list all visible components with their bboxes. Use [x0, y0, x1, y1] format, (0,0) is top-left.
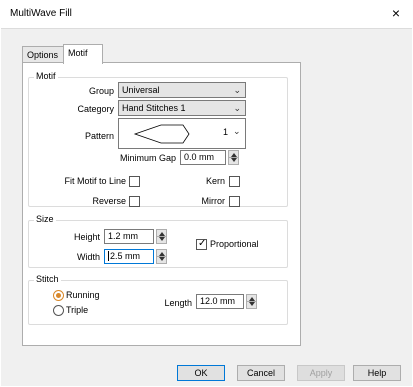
- help-button[interactable]: Help: [353, 365, 401, 381]
- fit-motif-checkbox[interactable]: [129, 176, 140, 187]
- triple-radio[interactable]: [53, 305, 64, 316]
- proportional-checkbox[interactable]: [196, 238, 207, 250]
- tab-motif[interactable]: Motif: [63, 44, 103, 64]
- chevron-down-icon: ⌄: [233, 126, 241, 136]
- category-dropdown[interactable]: Hand Stitches 1 ⌄: [118, 100, 246, 116]
- cancel-button[interactable]: Cancel: [237, 365, 285, 381]
- triple-label: Triple: [66, 305, 89, 315]
- pattern-index: 1: [223, 127, 229, 137]
- width-value: 2.5 mm: [110, 251, 141, 261]
- reverse-checkbox[interactable]: [129, 196, 140, 207]
- pattern-label: Pattern: [84, 131, 114, 141]
- kern-checkbox[interactable]: [229, 176, 240, 187]
- mirror-label: Mirror: [201, 196, 226, 206]
- mirror-checkbox[interactable]: [229, 196, 240, 207]
- reverse-label: Reverse: [92, 196, 126, 206]
- height-input[interactable]: 1.2 mm: [104, 229, 154, 244]
- height-label: Height: [73, 232, 100, 242]
- stitch-group-title: Stitch: [34, 274, 61, 284]
- length-label: Length: [164, 298, 192, 308]
- group-label: Group: [88, 86, 114, 96]
- tab-options[interactable]: Options: [22, 46, 64, 62]
- running-label: Running: [66, 290, 100, 300]
- pattern-preview-icon: [133, 124, 190, 144]
- length-spin-icon[interactable]: [246, 294, 257, 309]
- text-cursor: [108, 251, 109, 261]
- pattern-dropdown[interactable]: 1 ⌄: [118, 118, 246, 149]
- proportional-label: Proportional: [210, 239, 259, 249]
- length-value: 12.0 mm: [200, 296, 236, 306]
- min-gap-spin-icon[interactable]: [228, 150, 239, 165]
- category-dropdown-value: Hand Stitches 1: [122, 103, 186, 113]
- size-group-title: Size: [34, 214, 56, 224]
- running-radio[interactable]: [53, 290, 64, 301]
- apply-button[interactable]: Apply: [297, 365, 345, 381]
- group-dropdown[interactable]: Universal ⌄: [118, 82, 246, 98]
- min-gap-input[interactable]: 0.0 mm: [180, 150, 226, 165]
- window-title: MultiWave Fill: [10, 8, 72, 19]
- width-spin-icon[interactable]: [156, 249, 167, 264]
- motif-group-title: Motif: [34, 71, 58, 81]
- chevron-down-icon: ⌄: [233, 103, 241, 113]
- ok-button[interactable]: OK: [177, 365, 225, 381]
- close-icon[interactable]: ×: [387, 4, 405, 22]
- kern-label: Kern: [205, 176, 225, 186]
- title-bar: MultiWave Fill ×: [0, 0, 413, 28]
- tab-motif-label: Motif: [68, 48, 88, 58]
- width-input[interactable]: 2.5 mm: [104, 249, 154, 264]
- height-spin-icon[interactable]: [156, 229, 167, 244]
- min-gap-label: Minimum Gap: [120, 153, 177, 163]
- chevron-down-icon: ⌄: [233, 85, 241, 95]
- group-dropdown-value: Universal: [122, 85, 160, 95]
- tab-options-label: Options: [27, 50, 59, 60]
- fit-motif-label: Fit Motif to Line: [64, 176, 126, 186]
- min-gap-value: 0.0 mm: [184, 152, 215, 162]
- length-input[interactable]: 12.0 mm: [196, 294, 244, 309]
- width-label: Width: [76, 252, 100, 262]
- category-label: Category: [77, 104, 114, 114]
- height-value: 1.2 mm: [108, 231, 139, 241]
